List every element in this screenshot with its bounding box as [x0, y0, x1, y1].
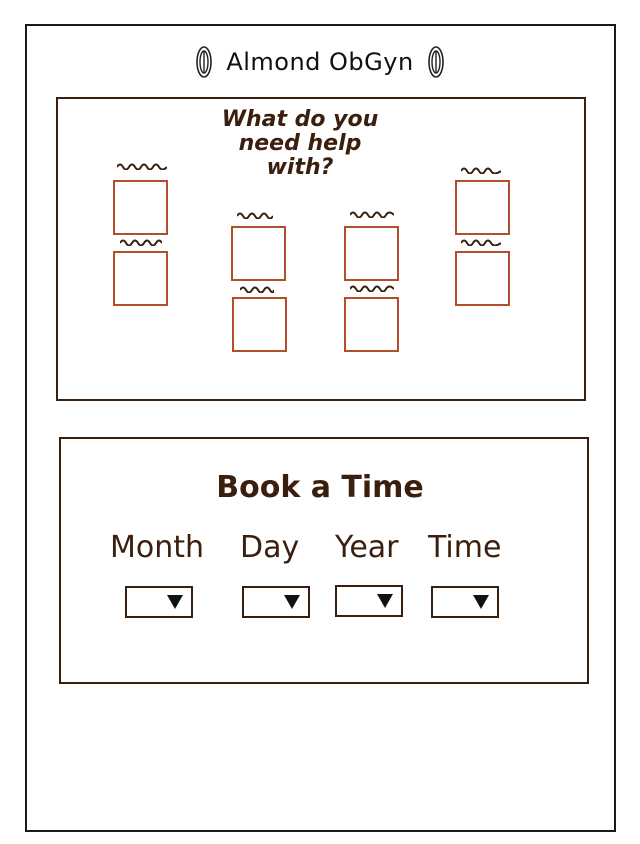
booking-title: Book a Time — [216, 470, 424, 505]
help-option-tile[interactable] — [113, 180, 168, 235]
time-label: Time — [428, 530, 502, 565]
month-select[interactable] — [125, 586, 193, 618]
option-label-placeholder — [461, 167, 501, 174]
year-label: Year — [335, 530, 399, 565]
month-label: Month — [110, 530, 205, 565]
year-select[interactable] — [335, 585, 403, 617]
almond-icon — [196, 46, 213, 78]
help-option-tile[interactable] — [344, 226, 399, 281]
brand-name: Almond ObGyn — [226, 48, 414, 76]
help-option-tile[interactable] — [231, 226, 286, 281]
option-label-placeholder — [240, 286, 274, 293]
dropdown-arrow-icon — [473, 595, 489, 609]
option-label-placeholder — [120, 239, 162, 246]
help-title: What do you need help with? — [221, 107, 379, 180]
dropdown-arrow-icon — [284, 595, 300, 609]
option-label-placeholder — [350, 285, 394, 292]
option-label-placeholder — [461, 239, 501, 246]
day-select[interactable] — [242, 586, 310, 618]
app-header: Almond ObGyn — [0, 42, 640, 82]
option-label-placeholder — [237, 212, 273, 219]
help-option-tile[interactable] — [344, 297, 399, 352]
time-select[interactable] — [431, 586, 499, 618]
help-option-tile[interactable] — [455, 251, 510, 306]
dropdown-arrow-icon — [377, 594, 393, 608]
help-option-tile[interactable] — [232, 297, 287, 352]
help-option-tile[interactable] — [455, 180, 510, 235]
option-label-placeholder — [117, 163, 167, 170]
help-option-tile[interactable] — [113, 251, 168, 306]
option-label-placeholder — [350, 211, 394, 218]
dropdown-arrow-icon — [167, 595, 183, 609]
almond-icon — [427, 46, 444, 78]
day-label: Day — [240, 530, 300, 565]
